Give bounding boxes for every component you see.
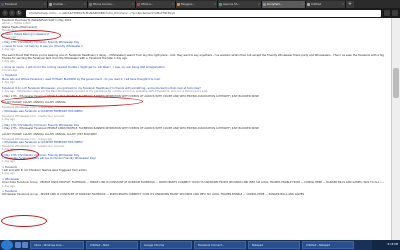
reload-icon[interactable]: ↻ xyxy=(16,10,22,16)
tab-close-icon[interactable]: × xyxy=(44,1,46,8)
os-taskbar: 8:18 PM Inbox - Windows Live... Untitled … xyxy=(0,240,400,250)
tab-favicon-icon xyxy=(263,3,266,6)
taskbar-window-button[interactable]: Google Chrome xyxy=(140,241,192,249)
tab-close-icon[interactable]: × xyxy=(132,1,134,8)
tab-close-icon[interactable]: × xyxy=(172,1,174,8)
annotation-oval xyxy=(1,149,39,160)
browser-toolbar: ‹ › ↻ studyforhelp.com/...n./sID1&TWDDr5… xyxy=(0,8,400,18)
browser-tab[interactable]: Assume Sh... × xyxy=(218,1,262,8)
feed-list: Facebook Purchase To Websiteflash SAW in… xyxy=(2,19,384,197)
browser-tab[interactable]: Facebook × xyxy=(0,1,48,8)
tab-favicon-icon xyxy=(49,3,52,6)
page-content: Facebook Purchase To Websiteflash SAW in… xyxy=(0,18,400,240)
feed-text: Wholesaler Facebook Group · INSIDE LINK … xyxy=(2,193,305,197)
tab-label: Unobtai... xyxy=(53,3,66,6)
new-tab-button[interactable]: + xyxy=(346,1,354,8)
feed-text: Down Fake Facebook Group · PEOPLE LINKS … xyxy=(2,181,384,185)
annotation-oval xyxy=(1,215,47,227)
tab-label: studyfield... xyxy=(267,3,283,6)
tab-close-icon[interactable]: × xyxy=(214,1,216,8)
browser-tab[interactable]: Phone Commu... × xyxy=(88,1,136,8)
system-tray: 8:18 PM xyxy=(372,240,400,250)
tab-close-icon[interactable]: × xyxy=(302,1,304,8)
address-bar[interactable]: studyforhelp.com/...n./sID1&TWDDr5rMvNAZ… xyxy=(26,9,381,17)
tab-label: What is... xyxy=(141,3,154,6)
browser-tab-strip: Facebook × Unobtai... × Phone Commu... × What … xyxy=(0,0,400,8)
tab-favicon-icon xyxy=(1,3,4,6)
tab-close-icon[interactable]: × xyxy=(84,1,86,8)
tab-close-icon[interactable]: × xyxy=(258,1,260,8)
browser-tab[interactable]: Bloggers... × xyxy=(176,1,218,8)
tab-favicon-icon xyxy=(307,3,310,6)
annotation-oval xyxy=(1,96,143,107)
tab-favicon-icon xyxy=(137,3,140,6)
tab-label: Bloggers... xyxy=(181,3,195,6)
taskbar-window-button[interactable]: Facebook Connect... xyxy=(194,241,246,249)
tab-label: Phone Commu... xyxy=(93,3,115,6)
clock: 8:18 PM xyxy=(387,243,398,246)
tab-favicon-icon xyxy=(219,3,222,6)
taskbar-window-button[interactable]: Inbox - Windows Live... xyxy=(30,241,84,249)
tab-label: Facebook xyxy=(5,3,18,6)
tab-close-icon[interactable]: × xyxy=(342,1,344,8)
back-icon[interactable]: ‹ xyxy=(2,10,8,16)
browser-tab[interactable]: studyfield... × xyxy=(262,1,306,8)
browser-quicklaunch-icon[interactable] xyxy=(22,242,28,248)
browser-tab[interactable]: Untitled × xyxy=(306,1,346,8)
annotation-oval xyxy=(1,30,61,41)
forward-icon[interactable]: › xyxy=(9,10,15,16)
show-desktop-icon[interactable] xyxy=(15,242,21,248)
tab-label: Untitled xyxy=(311,3,322,6)
taskbar-window-button[interactable]: Notepad xyxy=(248,241,300,249)
start-button[interactable] xyxy=(1,240,13,250)
taskbar-window-button[interactable]: Untitled - Paint xyxy=(86,241,138,249)
browser-tab[interactable]: Unobtai... × xyxy=(48,1,88,8)
tab-favicon-icon xyxy=(177,3,180,6)
taskbar-window-button[interactable]: Untitled - Notepad xyxy=(302,241,354,249)
wrench-icon[interactable] xyxy=(392,10,398,16)
browser-tab[interactable]: What is... × xyxy=(136,1,176,8)
tab-favicon-icon xyxy=(89,3,92,6)
tab-label: Assume Sh... xyxy=(223,3,240,6)
scrollbar-thumb[interactable] xyxy=(393,68,399,98)
vertical-scrollbar[interactable] xyxy=(391,18,400,240)
page-menu-icon[interactable] xyxy=(384,10,390,16)
